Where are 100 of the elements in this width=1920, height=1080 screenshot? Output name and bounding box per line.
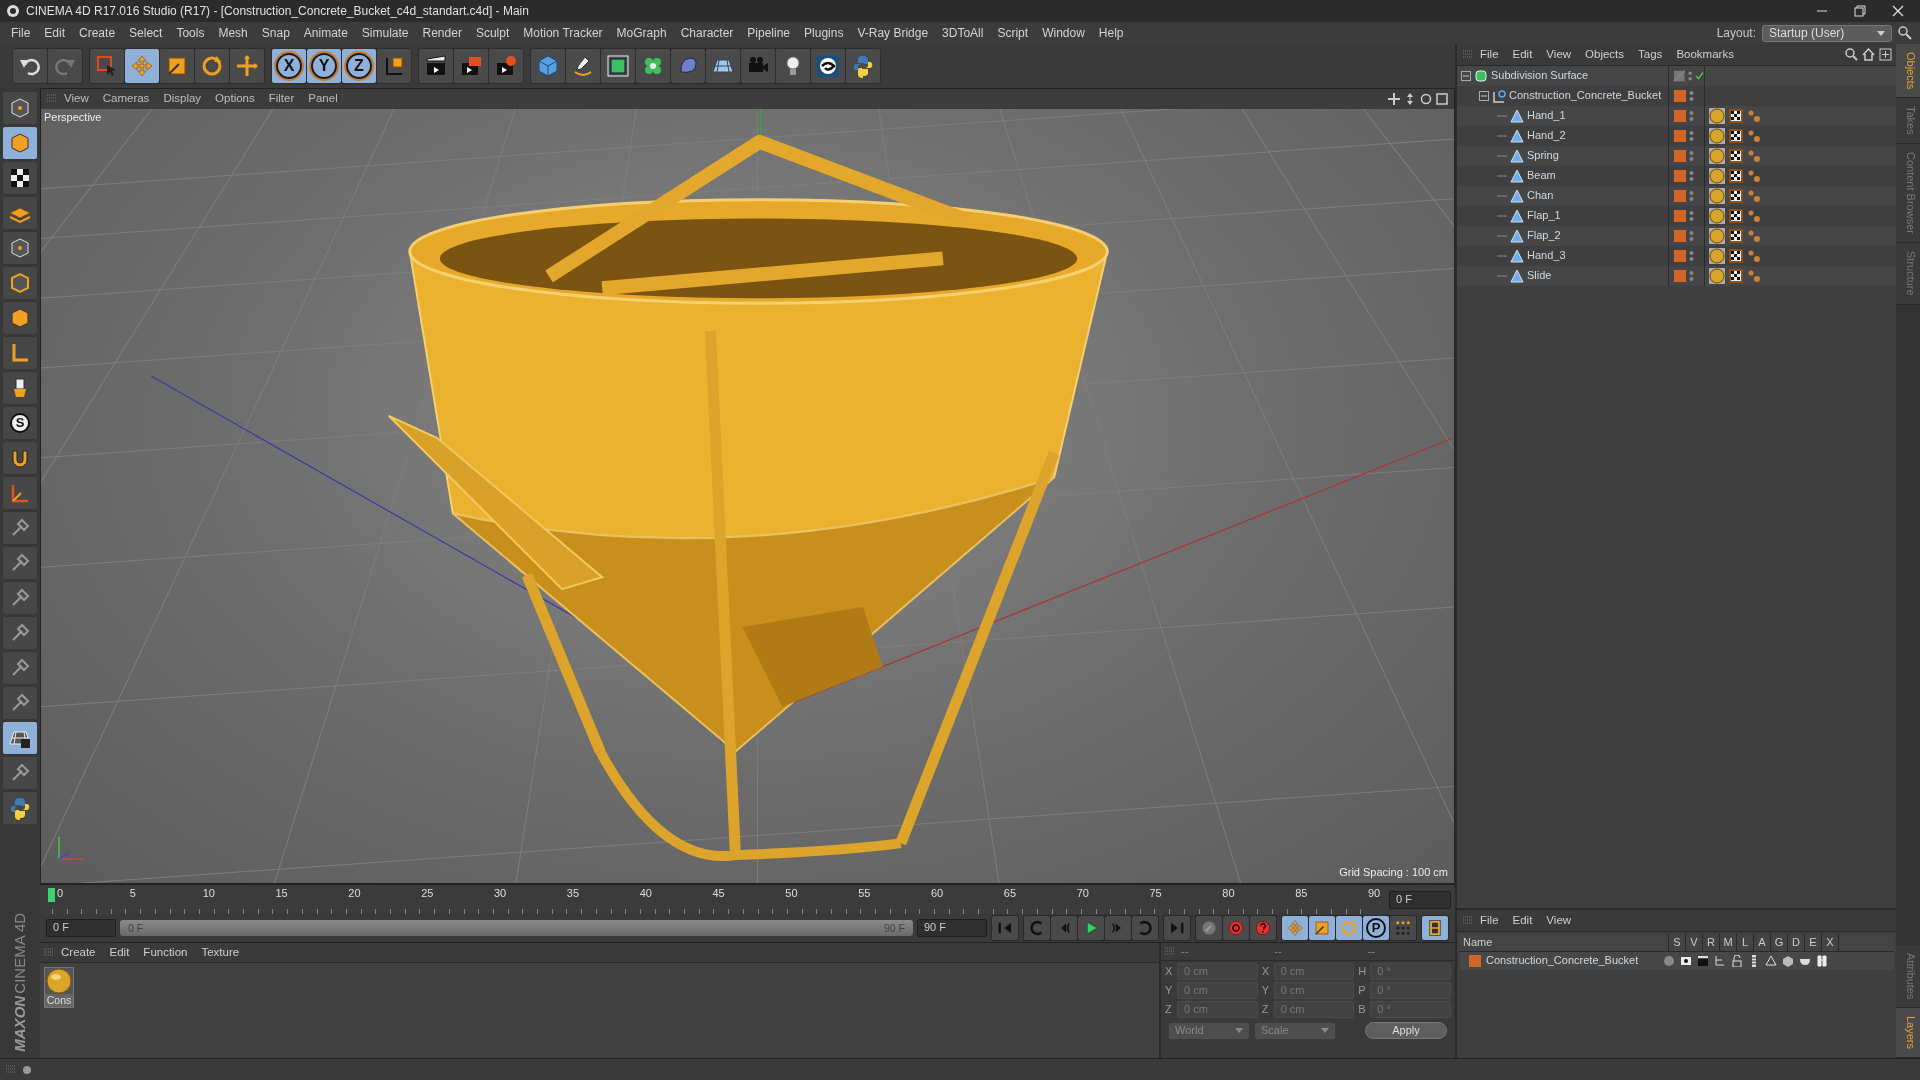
dots-tag-icon[interactable] xyxy=(1747,209,1761,223)
menu-item[interactable]: 3DToAll xyxy=(935,25,991,41)
menu-item[interactable]: Window xyxy=(1035,25,1092,41)
menu-item[interactable]: Character xyxy=(673,25,741,41)
cube-icon[interactable] xyxy=(1782,955,1794,967)
checker-tag-icon[interactable] xyxy=(1729,109,1743,123)
parameter-key-button[interactable]: P xyxy=(1363,916,1389,940)
collapse-icon[interactable] xyxy=(1479,91,1489,101)
checker-tag-icon[interactable] xyxy=(1729,209,1743,223)
maximize-icon[interactable] xyxy=(1436,93,1448,105)
menu-item[interactable]: File xyxy=(1473,47,1506,62)
light-bulb-icon[interactable] xyxy=(776,49,810,83)
eye-icon[interactable] xyxy=(1680,955,1692,967)
new-panel-icon[interactable] xyxy=(1879,48,1892,61)
visibility-dots-icon[interactable] xyxy=(1689,90,1694,102)
deformer-icon[interactable] xyxy=(671,49,705,83)
menu-item[interactable]: Simulate xyxy=(354,25,416,41)
brush-icon[interactable] xyxy=(3,372,37,404)
checker-icon[interactable] xyxy=(3,162,37,194)
dots-tag-icon[interactable] xyxy=(1747,169,1761,183)
tool-icon[interactable] xyxy=(3,512,37,544)
menu-item[interactable]: Cameras xyxy=(95,92,157,106)
axis-lock-button[interactable]: Z xyxy=(342,49,376,83)
collapse-icon[interactable] xyxy=(1461,71,1471,81)
object-name[interactable]: Subdivision Surface xyxy=(1491,69,1589,83)
clapperboard-icon[interactable] xyxy=(1697,955,1709,967)
menu-item[interactable]: View xyxy=(57,92,96,106)
dots-tag-icon[interactable] xyxy=(1747,229,1761,243)
current-frame-field[interactable]: 0 F xyxy=(1389,891,1451,909)
points-mode-icon[interactable] xyxy=(3,232,37,264)
menu-item[interactable]: V-Ray Bridge xyxy=(850,25,936,41)
edges-mode-icon[interactable] xyxy=(3,267,37,299)
layers-icon[interactable] xyxy=(3,197,37,229)
visibility-dots-icon[interactable] xyxy=(1687,70,1693,82)
magnet-icon[interactable] xyxy=(3,442,37,474)
next-frame-icon[interactable] xyxy=(1105,916,1131,940)
object-name[interactable]: Hand_1 xyxy=(1527,109,1566,123)
check-icon[interactable] xyxy=(1695,71,1704,81)
rotate-icon[interactable] xyxy=(1420,93,1432,105)
menu-item[interactable]: MoGraph xyxy=(609,25,674,41)
object-name[interactable]: Chan xyxy=(1527,189,1554,203)
menu-item[interactable]: Edit xyxy=(1505,913,1540,928)
search-icon[interactable] xyxy=(1845,48,1858,61)
menu-item[interactable]: Select xyxy=(122,25,170,41)
menu-item[interactable]: Mesh xyxy=(211,25,255,41)
help-icon[interactable] xyxy=(1250,916,1276,940)
object-name[interactable]: Hand_3 xyxy=(1527,249,1566,263)
object-name[interactable]: Flap_1 xyxy=(1527,209,1561,223)
menu-item[interactable]: Help xyxy=(1091,25,1131,41)
rotate-icon[interactable] xyxy=(195,49,229,83)
zoom-icon[interactable] xyxy=(1404,93,1416,105)
spiral-logo-icon[interactable] xyxy=(811,49,845,83)
undo-icon[interactable] xyxy=(13,49,47,83)
axis-icon[interactable] xyxy=(3,477,37,509)
scale-icon[interactable] xyxy=(160,49,194,83)
visibility-dots-icon[interactable] xyxy=(1689,110,1694,122)
render-settings-icon[interactable] xyxy=(489,49,523,83)
axis-lock-button[interactable]: Y xyxy=(307,49,341,83)
selection-icon[interactable] xyxy=(90,49,124,83)
python-icon[interactable] xyxy=(846,49,880,83)
menu-item[interactable]: Bookmarks xyxy=(1669,47,1741,62)
lock-icon[interactable] xyxy=(1731,955,1743,967)
move-icon[interactable] xyxy=(1388,93,1400,105)
menu-item[interactable]: Sculpt xyxy=(468,25,517,41)
polygons-mode-icon[interactable] xyxy=(3,302,37,334)
checker-tag-icon[interactable] xyxy=(1729,189,1743,203)
layout-dropdown[interactable]: Startup (User) xyxy=(1762,24,1892,42)
object-name[interactable]: Beam xyxy=(1527,169,1556,183)
python-icon[interactable] xyxy=(3,792,37,824)
menu-item[interactable]: Panel xyxy=(301,92,345,106)
menu-item[interactable]: Snap xyxy=(254,25,297,41)
menu-item[interactable]: Create xyxy=(54,945,103,960)
film-strip-icon[interactable] xyxy=(1422,916,1448,940)
checker-tag-icon[interactable] xyxy=(1729,129,1743,143)
visibility-dots-icon[interactable] xyxy=(1689,170,1694,182)
object-name[interactable]: Hand_2 xyxy=(1527,129,1566,143)
visibility-dots-icon[interactable] xyxy=(1689,130,1694,142)
search-icon[interactable] xyxy=(1898,26,1912,40)
go-to-end-icon[interactable] xyxy=(1164,916,1190,940)
checker-tag-icon[interactable] xyxy=(1729,229,1743,243)
menu-item[interactable]: Pipeline xyxy=(740,25,798,41)
checker-tag-icon[interactable] xyxy=(1729,169,1743,183)
menu-item[interactable]: Function xyxy=(136,945,195,960)
menu-item[interactable]: View xyxy=(1539,913,1579,928)
checker-tag-icon[interactable] xyxy=(1729,269,1743,283)
menu-item[interactable]: View xyxy=(1539,47,1579,62)
menu-item[interactable]: Filter xyxy=(261,92,302,106)
key-icon[interactable] xyxy=(1196,916,1222,940)
go-to-start-icon[interactable] xyxy=(992,916,1018,940)
visibility-dots-icon[interactable] xyxy=(1689,210,1694,222)
menu-item[interactable]: Edit xyxy=(1505,47,1540,62)
object-name[interactable]: Flap_2 xyxy=(1527,229,1561,243)
previous-frame-icon[interactable] xyxy=(1051,916,1077,940)
menu-item[interactable]: Objects xyxy=(1578,47,1632,62)
scale-icon[interactable] xyxy=(1309,916,1335,940)
menu-item[interactable]: Options xyxy=(208,92,262,106)
grid-lock-icon[interactable] xyxy=(3,722,37,754)
checker-tag-icon[interactable] xyxy=(1729,149,1743,163)
dots-tag-icon[interactable] xyxy=(1747,249,1761,263)
tool-icon[interactable] xyxy=(3,582,37,614)
